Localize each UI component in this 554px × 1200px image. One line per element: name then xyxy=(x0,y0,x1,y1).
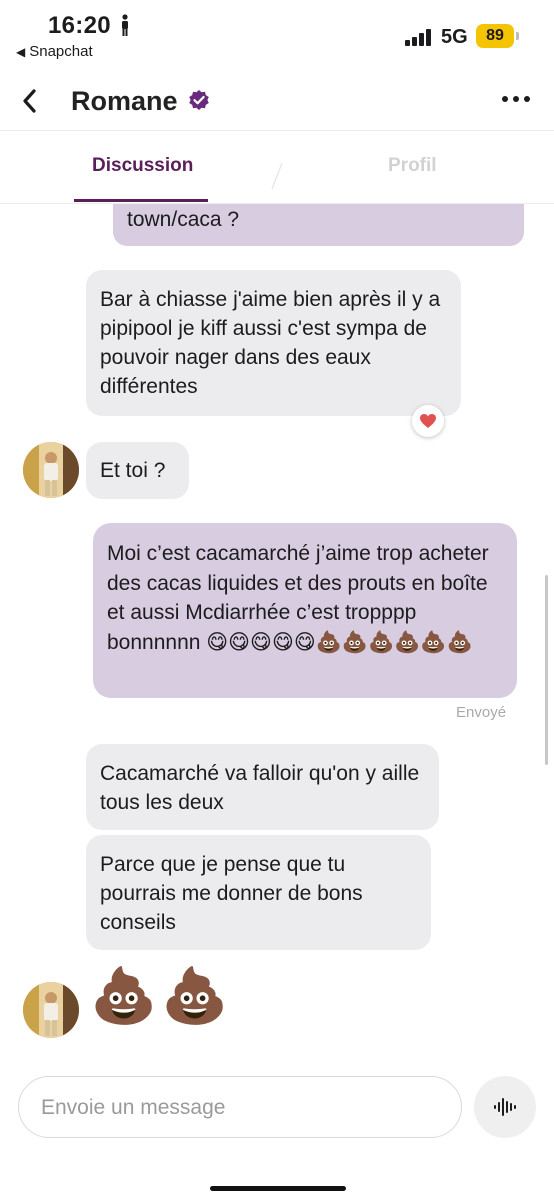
network-label: 5G xyxy=(441,26,468,48)
chat-tabs: Discussion Profil xyxy=(0,131,554,204)
tab-profil[interactable]: Profil xyxy=(388,155,437,177)
delivery-status: Envoyé xyxy=(456,704,507,721)
tab-divider xyxy=(271,162,283,190)
message-received[interactable]: Cacamarché va falloir qu'on y aille tous… xyxy=(86,744,439,830)
voice-wave-icon[interactable] xyxy=(474,1076,536,1138)
verified-badge-icon xyxy=(189,90,209,110)
emoji-message[interactable]: 💩💩 xyxy=(90,966,232,1026)
tab-active-indicator xyxy=(74,199,208,202)
message-received[interactable]: Parce que je pense que tu pourrais me do… xyxy=(86,835,431,950)
chat-header: Romane xyxy=(0,72,554,131)
scrollbar[interactable] xyxy=(545,575,548,765)
more-dots-icon[interactable] xyxy=(502,92,534,106)
chevron-left-icon[interactable] xyxy=(18,86,42,116)
status-bar: 16:20 ◀ Snapchat 5G 89 xyxy=(0,0,554,70)
message-received[interactable]: Et toi ? xyxy=(86,442,189,499)
battery-icon: 89 xyxy=(476,24,514,48)
contact-name[interactable]: Romane xyxy=(71,86,178,117)
heart-reaction-icon[interactable] xyxy=(412,405,444,437)
home-indicator xyxy=(210,1186,346,1191)
clock: 16:20 xyxy=(48,12,111,39)
signal-icon xyxy=(405,28,433,46)
battery-tip xyxy=(516,32,519,40)
contact-avatar[interactable] xyxy=(23,982,79,1038)
back-to-app-link[interactable]: ◀ Snapchat xyxy=(16,43,93,60)
message-composer xyxy=(18,1076,462,1138)
message-received[interactable]: Bar à chiasse j'aime bien après il y a p… xyxy=(86,270,461,416)
message-input[interactable] xyxy=(39,1091,443,1125)
tab-discussion[interactable]: Discussion xyxy=(92,155,193,177)
back-triangle-icon: ◀ xyxy=(16,45,26,59)
person-icon xyxy=(122,14,128,36)
message-sent[interactable]: Moi c’est cacamarché j’aime trop acheter… xyxy=(93,523,517,698)
message-sent[interactable]: town/caca ? xyxy=(113,204,524,246)
contact-avatar[interactable] xyxy=(23,442,79,498)
